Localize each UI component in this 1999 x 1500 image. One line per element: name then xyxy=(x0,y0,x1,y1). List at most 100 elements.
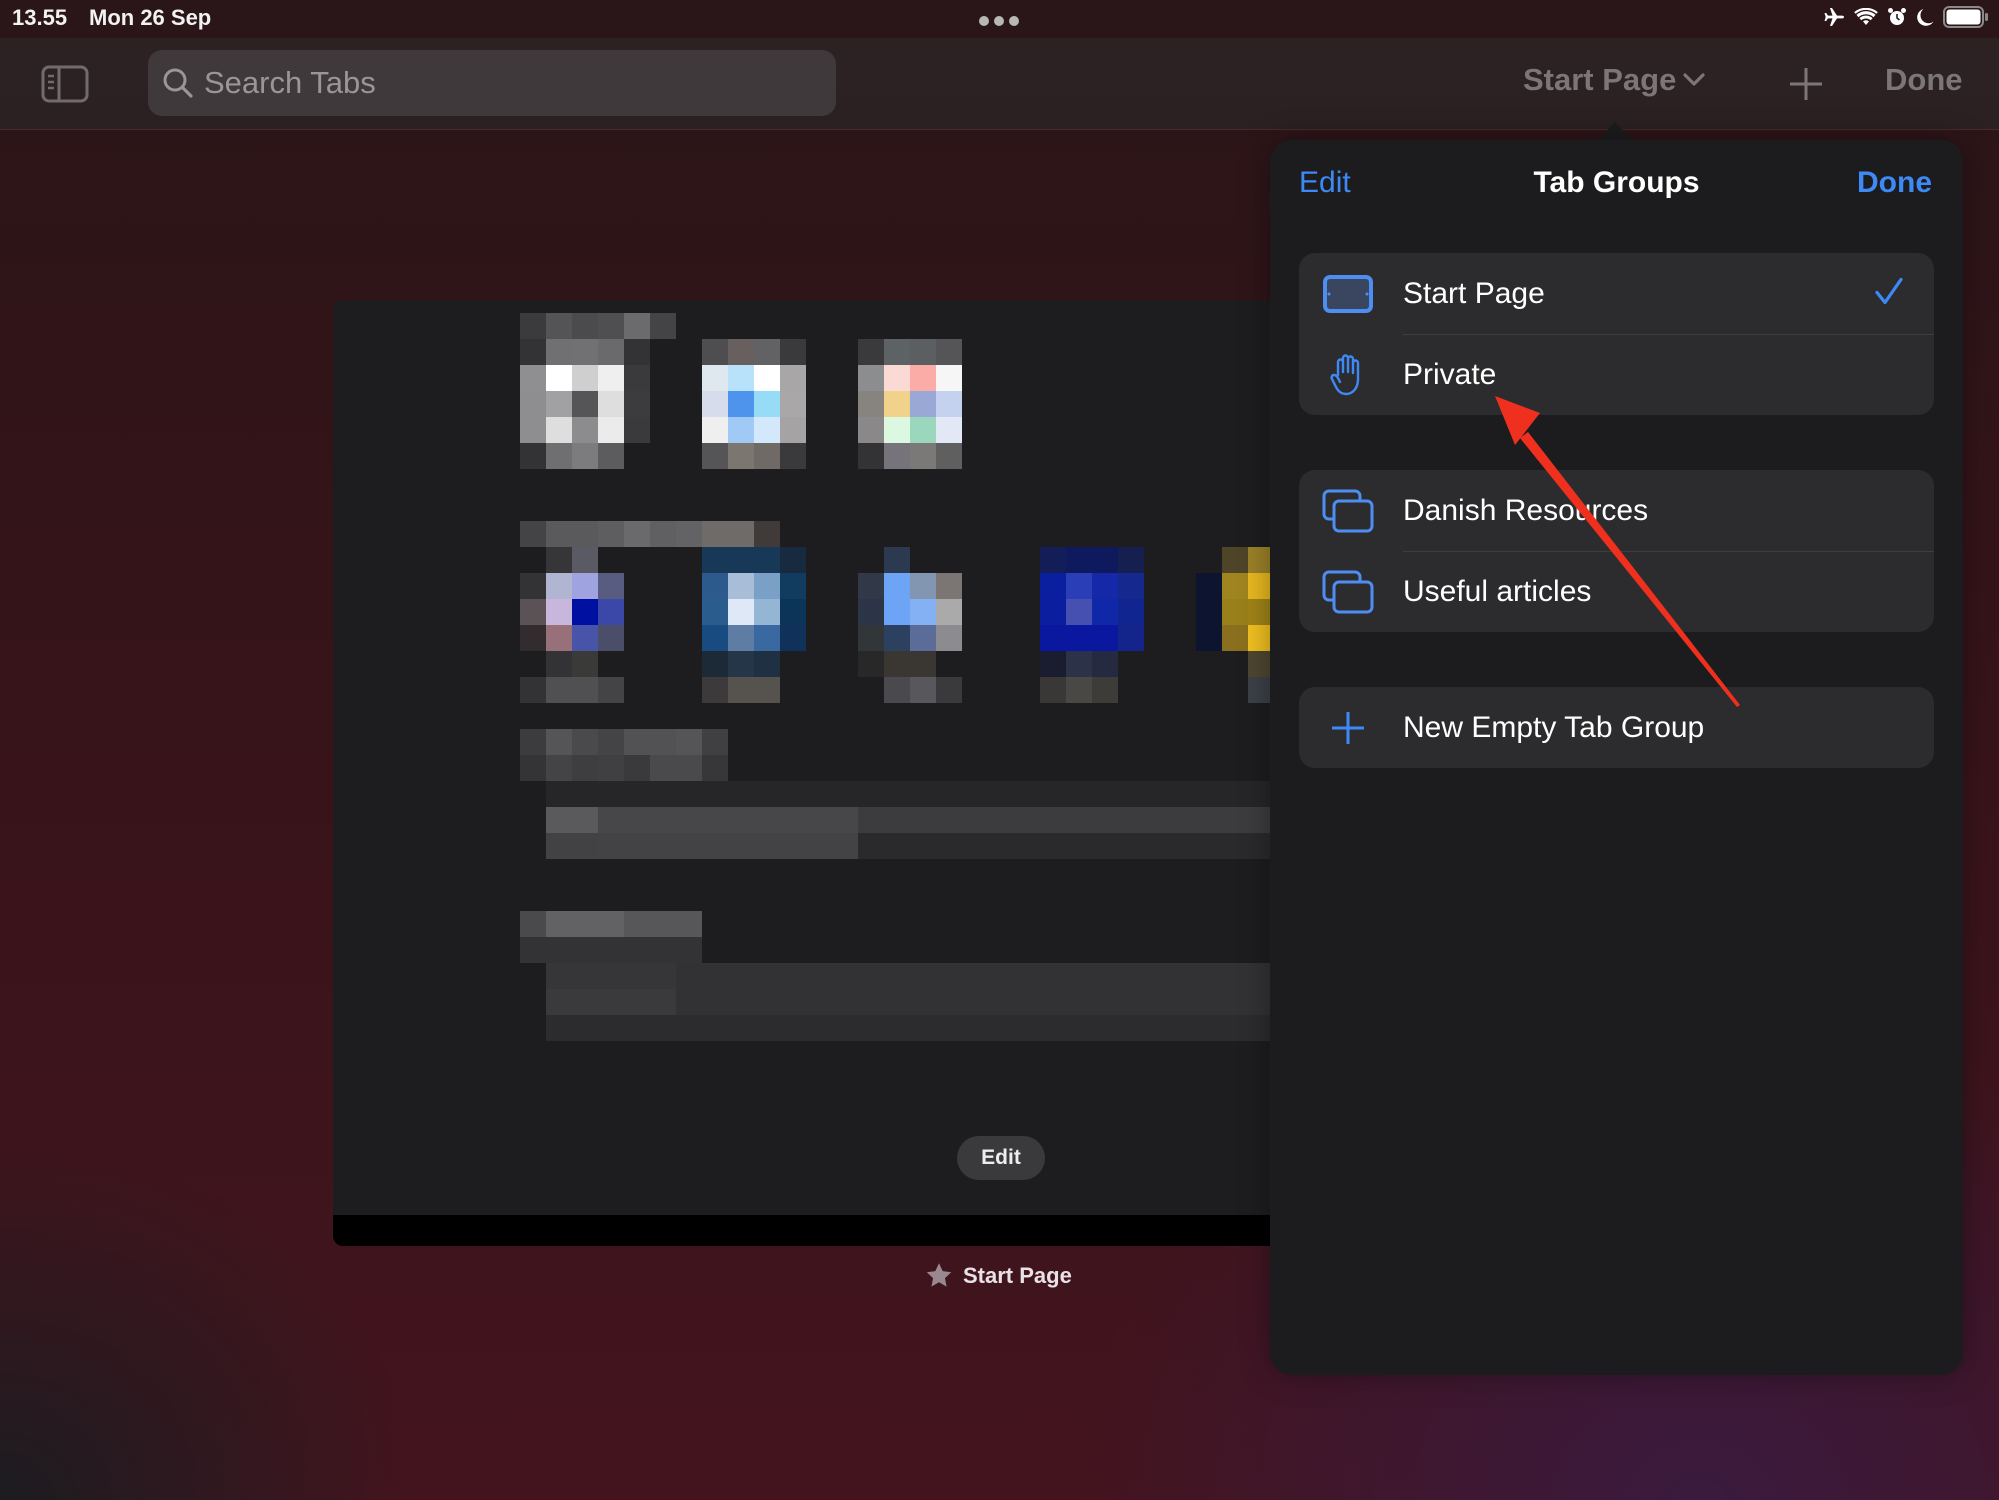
preview-pixel xyxy=(780,1015,806,1041)
preview-pixel xyxy=(1092,599,1118,625)
preview-pixel xyxy=(858,599,884,625)
preview-pixel xyxy=(1092,1015,1118,1041)
preview-pixel xyxy=(962,963,988,989)
preview-pixel xyxy=(910,573,936,599)
preview-pixel xyxy=(702,573,728,599)
preview-pixel xyxy=(1144,989,1170,1015)
preview-pixel xyxy=(572,937,598,963)
hand-icon xyxy=(1322,353,1374,397)
search-tabs-field[interactable] xyxy=(148,50,836,116)
preview-pixel xyxy=(728,1015,754,1041)
preview-pixel xyxy=(728,547,754,573)
preview-pixel xyxy=(988,807,1014,833)
preview-pixel xyxy=(1040,547,1066,573)
preview-pixel xyxy=(546,937,572,963)
preview-pixel xyxy=(962,989,988,1015)
tab-card-title[interactable]: Start Page xyxy=(925,1262,1072,1289)
preview-pixel xyxy=(1118,833,1144,859)
preview-pixel xyxy=(572,599,598,625)
preview-pixel xyxy=(910,339,936,365)
start-page-edit-button[interactable]: Edit xyxy=(957,1136,1045,1180)
preview-pixel xyxy=(676,755,702,781)
preview-pixel xyxy=(572,547,598,573)
tab-group-selector[interactable]: Start Page xyxy=(1523,62,1706,98)
preview-pixel xyxy=(1014,989,1040,1015)
preview-pixel xyxy=(1040,573,1066,599)
preview-pixel xyxy=(1040,833,1066,859)
new-empty-tab-group-button[interactable]: New Empty Tab Group xyxy=(1299,687,1934,768)
preview-pixel xyxy=(1222,599,1248,625)
tab-group-row-start-page[interactable]: Start Page xyxy=(1299,253,1934,334)
preview-pixel xyxy=(728,339,754,365)
preview-pixel xyxy=(858,417,884,443)
preview-pixel xyxy=(988,989,1014,1015)
popover-done-button[interactable]: Done xyxy=(1857,166,1932,200)
sidebar-icon xyxy=(41,65,89,103)
preview-pixel xyxy=(1066,547,1092,573)
tab-card-start-page[interactable]: Edit xyxy=(333,300,1333,1246)
preview-pixel xyxy=(962,1015,988,1041)
preview-pixel xyxy=(754,1015,780,1041)
new-tab-button[interactable] xyxy=(1789,67,1823,101)
preview-pixel xyxy=(520,729,546,755)
preview-pixel xyxy=(806,781,832,807)
preview-pixel xyxy=(1222,963,1248,989)
search-icon xyxy=(163,68,193,98)
preview-pixel xyxy=(780,599,806,625)
tab-group-row-danish-resources[interactable]: Danish Resources xyxy=(1299,470,1934,551)
preview-pixel xyxy=(780,833,806,859)
preview-pixel xyxy=(624,807,650,833)
tab-group-row-useful-articles[interactable]: Useful articles xyxy=(1299,551,1934,632)
preview-pixel xyxy=(676,521,702,547)
preview-pixel xyxy=(546,677,572,703)
preview-pixel xyxy=(1144,1015,1170,1041)
preview-pixel xyxy=(676,911,702,937)
preview-pixel xyxy=(884,573,910,599)
preview-pixel xyxy=(936,391,962,417)
preview-pixel xyxy=(910,443,936,469)
tab-group-label: Danish Resources xyxy=(1403,493,1649,527)
preview-pixel xyxy=(702,963,728,989)
preview-pixel xyxy=(650,1015,676,1041)
preview-pixel xyxy=(884,989,910,1015)
sidebar-toggle-button[interactable] xyxy=(41,65,89,103)
preview-pixel xyxy=(702,833,728,859)
toolbar: Start Page Done xyxy=(0,38,1999,130)
preview-pixel xyxy=(936,781,962,807)
tab-group-label: Useful articles xyxy=(1403,574,1592,608)
preview-pixel xyxy=(780,989,806,1015)
tab-group-row-private[interactable]: Private xyxy=(1299,334,1934,415)
preview-pixel xyxy=(754,807,780,833)
preview-pixel xyxy=(1170,1015,1196,1041)
preview-pixel xyxy=(572,807,598,833)
preview-pixel xyxy=(702,417,728,443)
preview-pixel xyxy=(1118,963,1144,989)
preview-pixel xyxy=(1170,781,1196,807)
preview-pixel xyxy=(520,443,546,469)
preview-pixel xyxy=(520,625,546,651)
preview-pixel xyxy=(1118,599,1144,625)
preview-pixel xyxy=(572,729,598,755)
preview-pixel xyxy=(520,599,546,625)
preview-pixel xyxy=(598,313,624,339)
toolbar-done-button[interactable]: Done xyxy=(1885,62,1963,98)
multitasking-dots-icon[interactable] xyxy=(979,16,1019,26)
preview-pixel xyxy=(624,339,650,365)
preview-pixel xyxy=(962,781,988,807)
preview-pixel xyxy=(650,521,676,547)
preview-pixel xyxy=(1118,989,1144,1015)
preview-pixel xyxy=(936,963,962,989)
preview-pixel xyxy=(806,1015,832,1041)
preview-pixel xyxy=(1222,989,1248,1015)
tab-card-title-label: Start Page xyxy=(963,1262,1072,1288)
preview-pixel xyxy=(1014,1015,1040,1041)
preview-pixel xyxy=(546,833,572,859)
preview-pixel xyxy=(572,963,598,989)
preview-pixel xyxy=(832,781,858,807)
preview-pixel xyxy=(624,1015,650,1041)
preview-pixel xyxy=(754,547,780,573)
preview-pixel xyxy=(598,1015,624,1041)
search-tabs-input[interactable] xyxy=(204,65,804,101)
preview-pixel xyxy=(1222,1015,1248,1041)
preview-pixel xyxy=(676,729,702,755)
